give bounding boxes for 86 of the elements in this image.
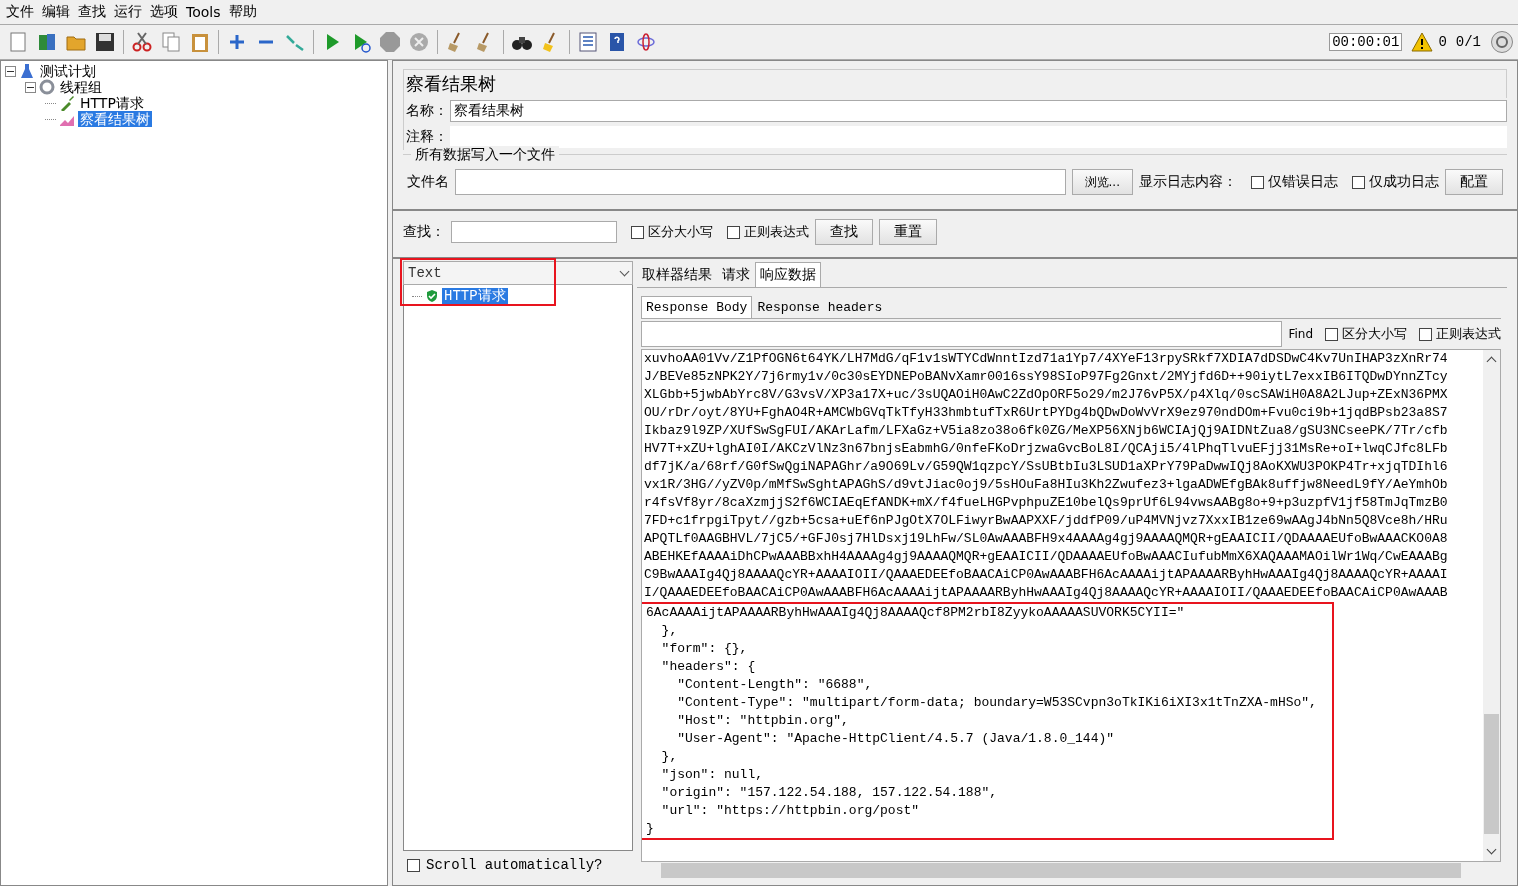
tab[interactable]: 请求 [717,262,755,287]
name-label: 名称： [406,102,448,120]
pipette-icon [59,95,75,111]
checkbox[interactable] [1419,327,1432,341]
response-line: xuvhoAA01Vv/Z1PfOGN6t64YK/LH7MdG/qF1v1sWTYCdWnntIzd71a1Yp7/4XYeF13rpySRkf7XDIA7dDSDwC4Kv7UnIHAP3zXnRr74 [644,350,1449,368]
checkbox[interactable] [1352,175,1365,189]
tree-item[interactable]: 测试计划 [38,63,98,79]
response-line: OU/rDr/oyt/8YU+FghAO4R+AMCWbGVqTkTfyH33hmbtufTxR6UrtPYDg4bQDwDoWvVrX9ez970ndDOm+Fvu0ci9b+1jqdBPsb23a8S7 [644,404,1449,422]
warning-icon[interactable] [1411,32,1434,52]
checkbox-label: 仅错误日志 [1268,173,1338,191]
response-line: "headers": { [660,658,757,676]
collapse-toggle[interactable] [25,81,36,93]
comment-label: 注释： [406,128,448,146]
response-line: 7FD+c1frpgiTpyt//gzb+5csa+uEf6nPJgOtX7OLFiwyrBwAAPXXF/jddfP09/uP4MVNjvz7XxxIB1ze69wAAgJ4bNn5Q8Vce8h/HRu [644,512,1449,530]
scrollbar[interactable] [1483,350,1500,861]
menu-item[interactable]: 帮助 [224,3,261,21]
response-line: vx1R/3HG//yZV0p/mMfSwSghtAPAGhS/d9vtJiac0oj9/5sHOuFa8HIu3Kh2Zwufez3+lgaADWEfgBAk8uffjw8NeedL9fY/AeYmhOb [644,476,1449,494]
browse-button[interactable]: 浏览... [1071,169,1133,195]
checkbox[interactable] [631,225,644,239]
response-line: I/QAAAEDEEfoBAACAiCP0AwAAABFH6AcAAAAijtAPAAAARByhHwAAAIg4Qj8AAAAQcYR+AAAAIOII/QAAAEDEEfoBAACAiCP0AwAAAB [644,584,1449,602]
response-line: } [646,820,655,838]
collapse-toggle[interactable] [5,65,16,77]
menu-item[interactable]: 编辑 [38,3,74,21]
panel-title: 察看结果树 [406,73,496,94]
response-line: }, [660,622,679,640]
response-line: APQTLf0AAGBHVL/7jC5/+GFJ0sj7HlDsxj19LhFw/SL0AwAAABFH9x4AAAAg4gj9AAAAQMQR+gEAAICII/QDAAAAEUfoBwAAACKO0A8 [644,530,1449,548]
filename-label: 文件名 [407,173,449,191]
checkbox-label: 正则表达式 [744,223,809,241]
response-line: "origin": "157.122.54.188, 157.122.54.188", [660,784,999,802]
response-line: HV7T+xZU+lghAI0I/AKCzVlNz3n67bnjsEabmhG/0nfeFKoDrjzwaGvcBoL8I/QCAji5/4lPhqTlvuEFjj31MsRe+oI+lwqCJfc8LFb [644,440,1449,458]
renderer-dropdown[interactable]: Text [403,261,633,285]
response-line: r4fsVf8yr/8caXzmjjS2f6WCIAEqEfANDK+mX/f4fueLHGPvphpuZE10belQs9prUf6L94vwsAABg8o+9+p3uzpfV1jf58TmJqTmzB0 [644,494,1449,512]
menu-item[interactable]: 选项 [146,3,182,21]
log-label: 显示日志内容： [1139,173,1237,191]
response-line: df7jK/a/68rf/G0fSwQgiNAPAGhr/a9O69Lv/G59QW1qzpcY/SsUBtbIu3LSUD1aXPrY79PaDwwIQj8AoKXWU3POKP4Tr+xjqTDIhl6 [644,458,1449,476]
response-line: "json": null, [660,766,765,784]
checkbox-label: Scroll automatically? [426,857,603,873]
response-line: }, [660,748,679,766]
tree-item[interactable]: 线程组 [58,79,104,95]
menu-item[interactable]: 文件 [2,3,38,21]
search-field[interactable] [451,221,617,243]
configure-button[interactable]: 配置 [1445,169,1503,195]
response-line: Ikbaz9l9ZP/XUfSwSgFUI/AKArLafm/LFXaGz+V5ia8zo38o6fk0ZG/MeXP56XNjb6WCIAjQj9AIDNtZua8/gSU3NCseePK/7Tr/cfb [644,422,1449,440]
response-line: 6AcAAAAijtAPAAAARByhHwAAAIg4Qj8AAAAQcf8PM2rbI8ZyykoAAAAASUVORK5CYII=" [646,604,1186,622]
response-line: J/BEVe85zNPK2Y/7j6rmy1v/0c30sEYDNEPoBANvXamr0016ssY98SIoP97Fg2Gnxt/2MYjfd6D++90iytL7exxIB6ITQDwDYnnZTcy [644,368,1449,386]
response-line: "Content-Type": "multipart/form-data; boundary=W53SCvpn3oTkIKi6iXI3x1tTnZXA-mHSo", [676,694,1318,712]
checkbox[interactable] [1251,175,1264,189]
gear-icon [39,79,55,95]
menu-item[interactable]: Tools [182,4,225,20]
tab[interactable]: Response headers [752,296,888,318]
thread-count: 0/1 [1455,34,1481,50]
find-label: Find [1288,327,1313,341]
response-line: "url": "https://httpbin.org/post" [660,802,921,820]
response-line: "User-Agent": "Apache-HttpClient/4.5.7 (Java/1.8.0_144)" [676,730,1116,748]
checkbox[interactable] [727,225,740,239]
result-item[interactable]: HTTP请求 [442,288,508,304]
tree-item[interactable]: HTTP请求 [78,95,146,111]
section-title: 所有数据写入一个文件 [411,146,559,164]
name-field[interactable]: 察看结果树 [450,100,1507,122]
find-field[interactable] [641,321,1283,347]
run-status-icon [1490,30,1514,54]
menu-item[interactable]: 运行 [110,3,146,21]
checkbox[interactable] [407,858,420,872]
menu-item[interactable]: 查找 [74,3,110,21]
tab[interactable]: 取样器结果 [637,262,717,287]
response-line: C9BwAAAIg4Qj8AAAAQcYR+AAAAIOII/QAAAEDEEfoBAACAiCP0AwAAABFH6AcAAAAijtAPAAAARByhHwAAAIg4Qj8AAAAQcYR+AAAAI [644,566,1449,584]
response-line: ABEHKEfAAAAiDhCPwAAABBxhH4AAAAg4gj9AAAAQMQR+gEAAICII/QDAAAAEUfoBwAAACIufubMmX6XAQAAAMAOilWr1Wq/CwEAAABg [644,548,1449,566]
find-button[interactable]: 查找 [815,219,873,245]
checkbox-label: 仅成功日志 [1369,173,1439,191]
checkbox[interactable] [1325,327,1338,341]
error-count: 0 [1438,34,1447,50]
elapsed-time: 00:00:01 [1329,33,1403,51]
checkbox-label: 正则表达式 [1436,325,1501,343]
response-line: "Host": "httpbin.org", [676,712,850,730]
response-line: XLGbb+5jwbAbYrc8V/G3vsV/XP3a17X+uc/3sUQAOiH0AwC2ZdOpORF5o29/m2J76vP5X/p4Xlq/0scSAWiH0A8A2LJup+ZExN36PMX [644,386,1449,404]
checkbox-label: 区分大小写 [1342,325,1407,343]
response-line: "form": {}, [660,640,749,658]
tab[interactable]: 响应数据 [755,262,821,287]
tab[interactable]: Response Body [641,296,753,318]
tree-item[interactable]: 察看结果树 [78,111,152,127]
reset-button[interactable]: 重置 [879,219,937,245]
response-line: "Content-Length": "6688", [676,676,874,694]
flask-icon [19,63,35,79]
checkbox-label: 区分大小写 [648,223,713,241]
filename-field[interactable] [455,169,1066,195]
search-label: 查找： [403,223,445,241]
